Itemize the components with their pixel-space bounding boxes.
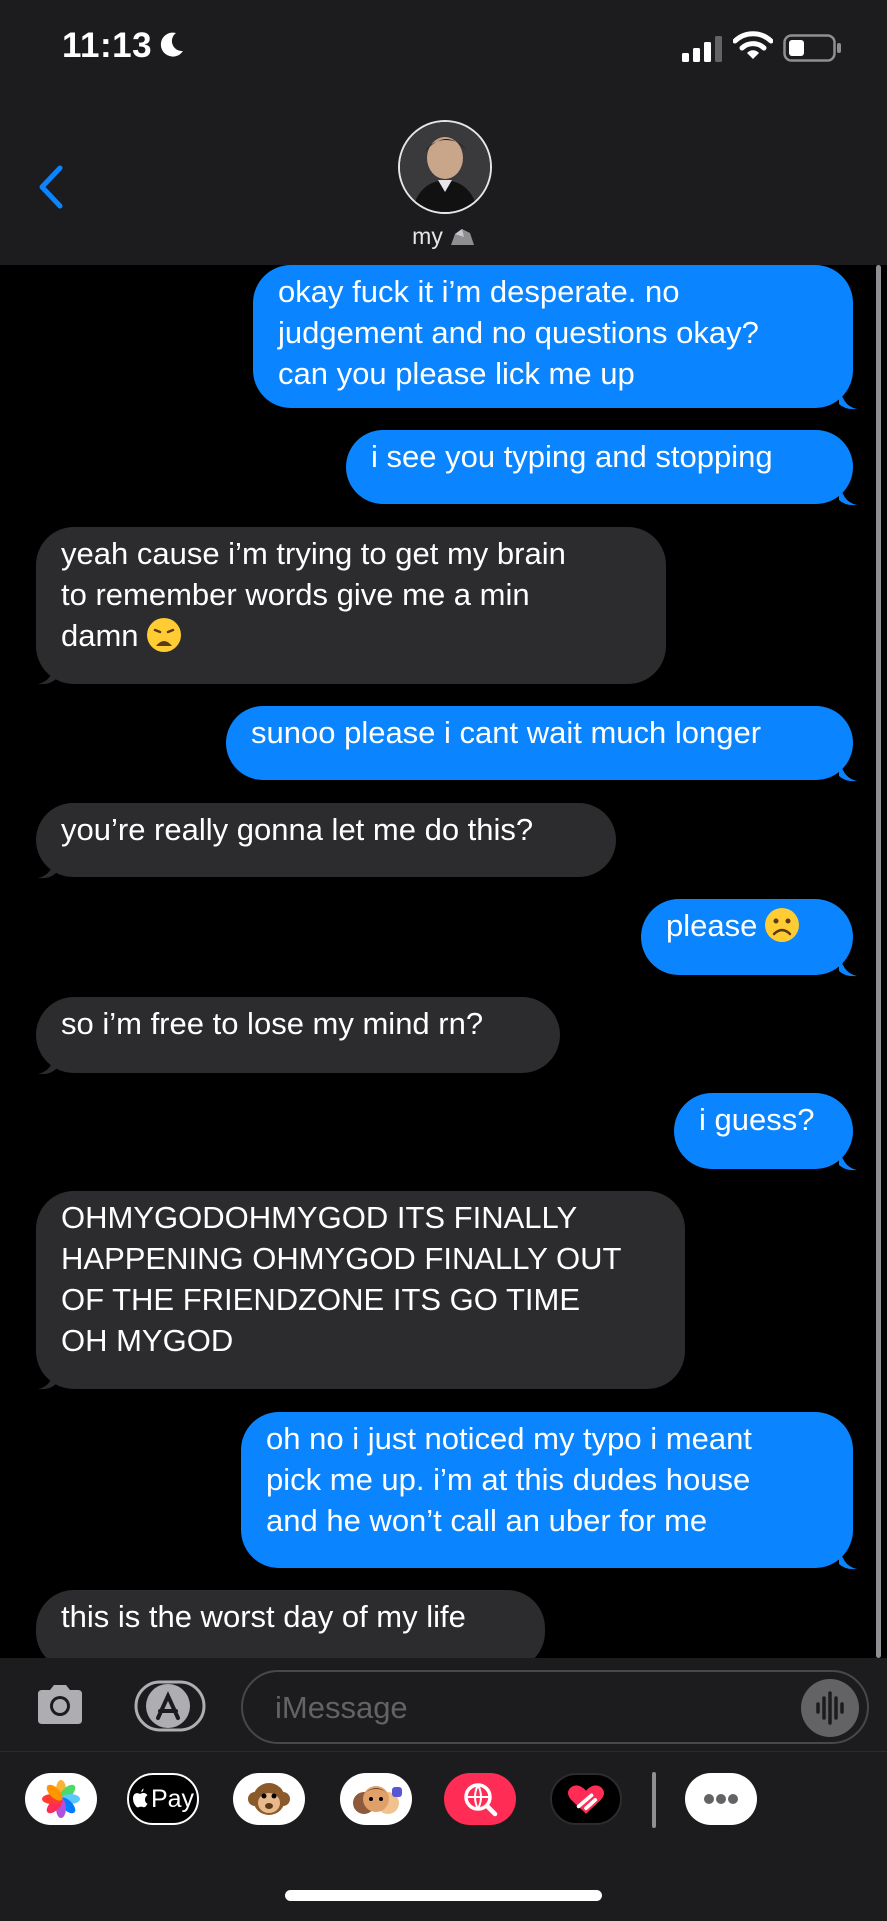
bubble-tail [839, 949, 857, 977]
app-drawer-divider [652, 1772, 656, 1828]
contact-name-label: my [412, 223, 443, 249]
message-text: yeah cause i’m trying to get my brain to… [61, 536, 566, 653]
animoji-icon[interactable] [233, 1773, 305, 1825]
monkey-icon [248, 1783, 290, 1815]
message-bubble-sent[interactable]: i see you typing and stopping [346, 430, 853, 504]
bubble-tail [839, 754, 857, 782]
ellipsis-icon [704, 1794, 738, 1804]
message-bubble-received[interactable]: so i’m free to lose my mind rn? [36, 997, 560, 1073]
avatar-photo-icon [400, 122, 490, 212]
bubble-tail [839, 382, 857, 410]
photos-icon[interactable] [25, 1773, 97, 1825]
message-input-placeholder: iMessage [275, 1690, 408, 1725]
bubble-tail [839, 478, 857, 506]
memoji-icon[interactable] [340, 1773, 412, 1825]
message-bubble-sent[interactable]: okay fuck it i’m desperate. no judgement… [253, 265, 853, 408]
message-bubble-sent[interactable]: oh no i just noticed my typo i meant pic… [241, 1412, 853, 1568]
bubble-tail [839, 1143, 857, 1171]
memoji-faces-icon [353, 1786, 402, 1814]
heart-touch-icon [568, 1785, 604, 1814]
contact-avatar[interactable] [398, 120, 492, 214]
contact-name[interactable]: my [0, 223, 887, 250]
chevron-left-icon[interactable] [32, 162, 72, 212]
message-bubble-sent[interactable]: i guess? [674, 1093, 853, 1169]
bubble-tail [38, 1047, 56, 1075]
message-bubble-sent[interactable]: please [641, 899, 853, 975]
message-bubble-received[interactable]: yeah cause i’m trying to get my brain to… [36, 527, 666, 684]
message-bubble-received[interactable]: OHMYGODOHMYGOD ITS FINALLY HAPPENING OHM… [36, 1191, 685, 1389]
rock-emoji [450, 229, 474, 245]
camera-icon[interactable] [34, 1682, 86, 1726]
weary-face-emoji [146, 618, 181, 652]
home-indicator[interactable] [285, 1890, 602, 1901]
message-text: please [666, 908, 758, 943]
photos-flower-icon [42, 1780, 80, 1818]
more-apps-icon[interactable] [685, 1773, 757, 1825]
bubble-tail [38, 657, 56, 685]
globe-search-icon [464, 1783, 498, 1817]
cellular-signal-icon [682, 36, 722, 62]
battery-icon [783, 34, 841, 62]
message-bubble-sent[interactable]: sunoo please i cant wait much longer [226, 706, 853, 780]
waveform-icon [816, 1691, 844, 1725]
bubble-tail [38, 1362, 56, 1390]
digital-touch-icon[interactable] [550, 1773, 622, 1825]
scrollbar[interactable] [876, 265, 881, 1658]
message-bubble-received[interactable]: you’re really gonna let me do this? [36, 803, 616, 877]
moon-icon [160, 32, 183, 57]
app-store-icon[interactable] [134, 1680, 206, 1732]
status-time: 11:13 [62, 26, 153, 65]
apple-logo-icon [132, 1788, 148, 1808]
frowning-face-emoji [765, 908, 800, 942]
apple-pay-label: Pay [150, 1784, 195, 1813]
bubble-tail [38, 851, 56, 879]
audio-message-button[interactable] [801, 1679, 859, 1737]
image-search-icon[interactable] [444, 1773, 516, 1825]
wifi-icon [733, 31, 773, 59]
apple-pay-icon[interactable]: Pay [127, 1773, 199, 1825]
bubble-tail [839, 1542, 857, 1570]
